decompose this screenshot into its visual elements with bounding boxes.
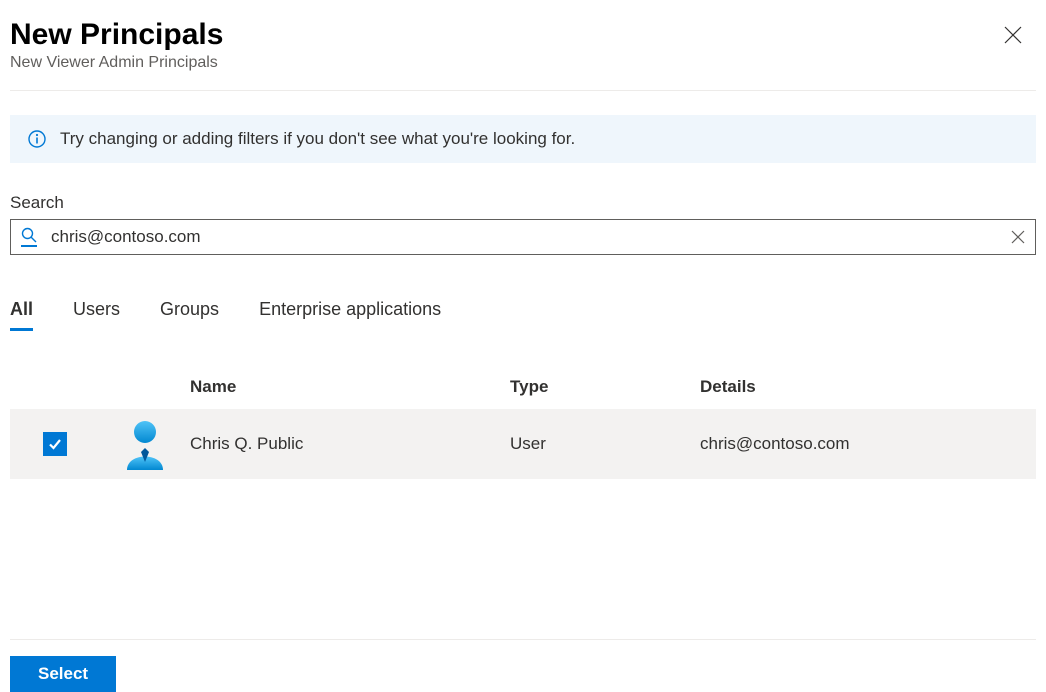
column-name: Name [190,377,510,397]
tab-enterprise-applications[interactable]: Enterprise applications [259,299,441,331]
search-box[interactable] [10,219,1036,255]
search-label: Search [10,193,1036,213]
info-banner-text: Try changing or adding filters if you do… [60,129,575,149]
clear-icon [1011,230,1025,244]
info-banner: Try changing or adding filters if you do… [10,115,1036,163]
row-checkbox[interactable] [43,432,67,456]
table-header: Name Type Details [10,365,1036,409]
select-button[interactable]: Select [10,656,116,692]
page-title: New Principals [10,18,223,52]
row-details: chris@contoso.com [700,434,1036,454]
tab-users[interactable]: Users [73,299,120,331]
row-name: Chris Q. Public [190,434,510,454]
close-button[interactable] [998,20,1028,50]
tab-groups[interactable]: Groups [160,299,219,331]
filter-tabs: All Users Groups Enterprise applications [10,299,1036,331]
results-table: Name Type Details [10,365,1036,479]
column-details: Details [700,377,1036,397]
page-subtitle: New Viewer Admin Principals [10,54,223,72]
header-divider [10,90,1036,91]
column-type: Type [510,377,700,397]
search-icon [21,227,37,247]
search-input[interactable] [49,226,999,248]
checkmark-icon [47,436,63,452]
row-type: User [510,434,700,454]
clear-search-button[interactable] [1011,230,1025,244]
footer-bar: Select [10,639,1036,692]
table-row[interactable]: Chris Q. Public User chris@contoso.com [10,409,1036,479]
close-icon [1004,26,1022,44]
info-icon [28,130,46,148]
tab-all[interactable]: All [10,299,33,331]
user-avatar-icon [121,418,169,470]
